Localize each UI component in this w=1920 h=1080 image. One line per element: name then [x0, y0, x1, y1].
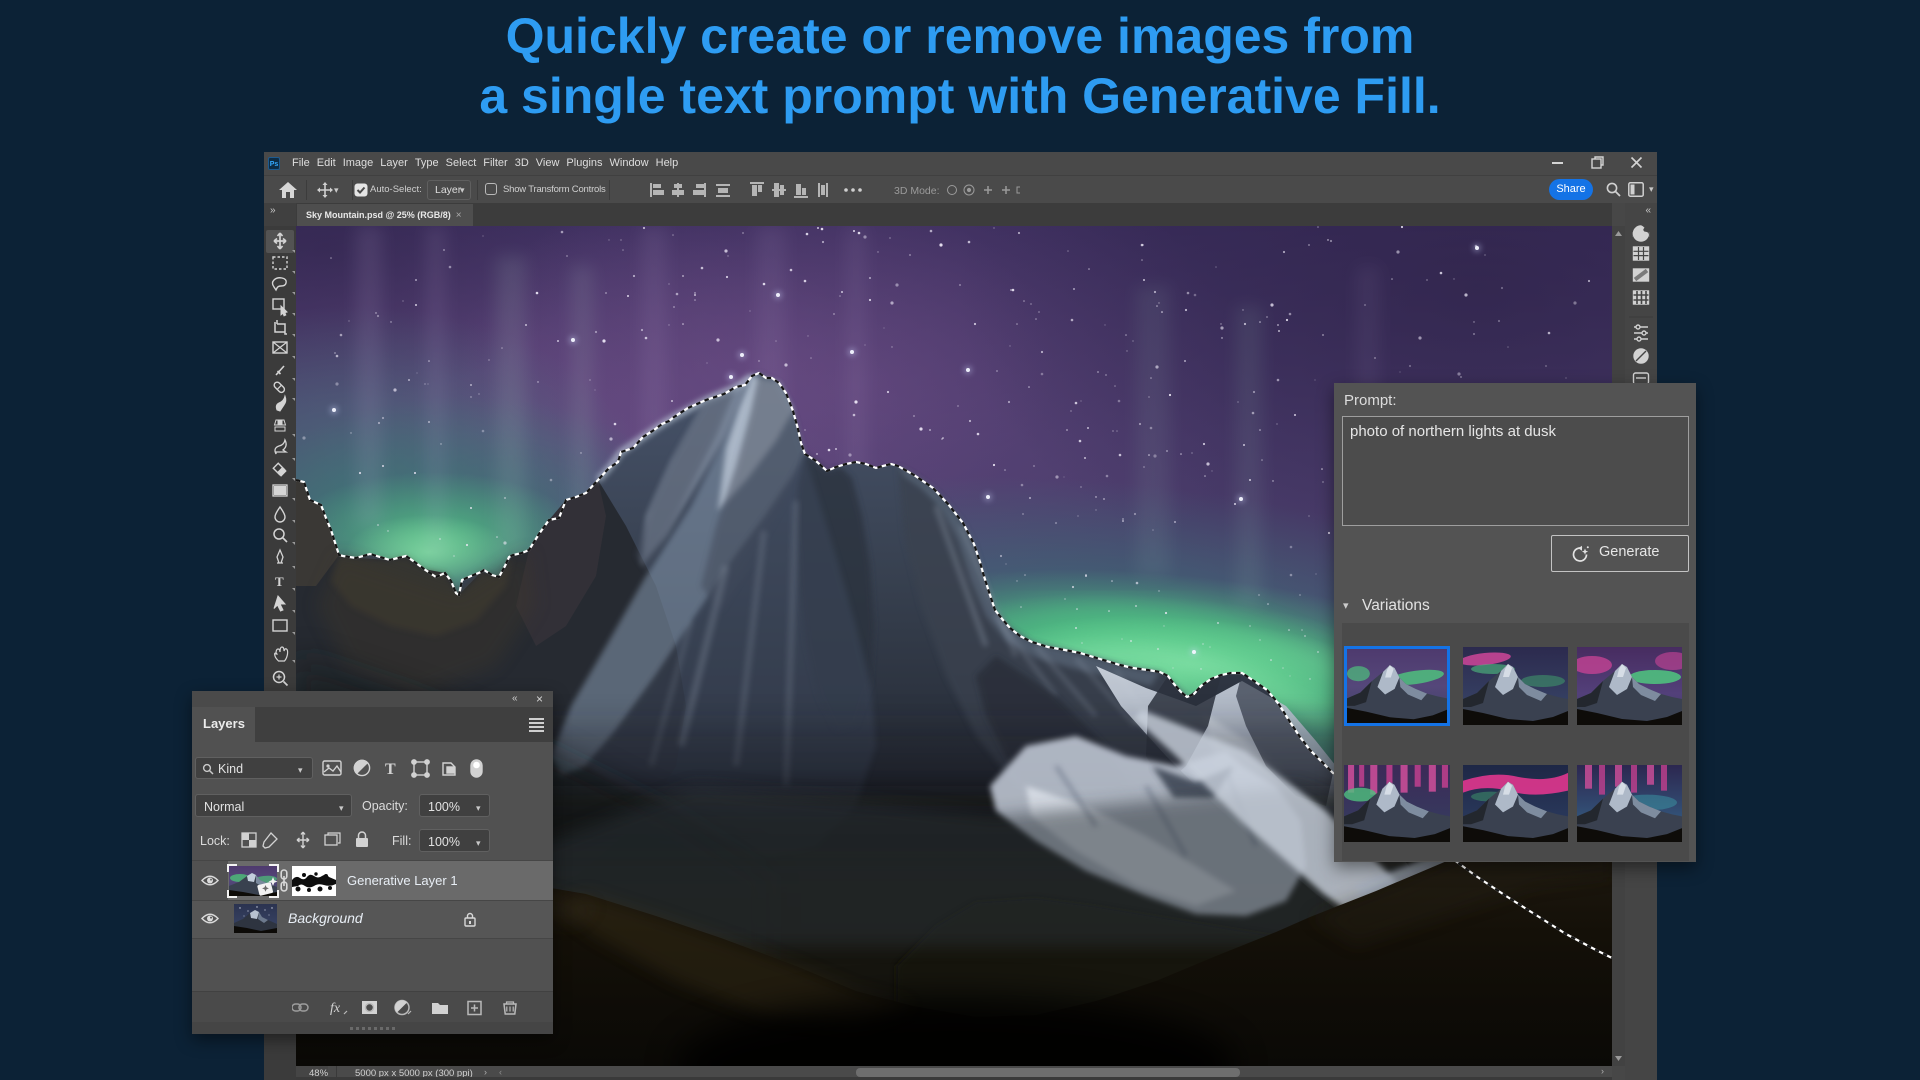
svg-text:fx: fx: [330, 1001, 341, 1016]
svg-text:T: T: [385, 761, 396, 778]
svg-text:3D Mode:: 3D Mode:: [894, 185, 940, 197]
svg-text:T: T: [275, 574, 284, 589]
